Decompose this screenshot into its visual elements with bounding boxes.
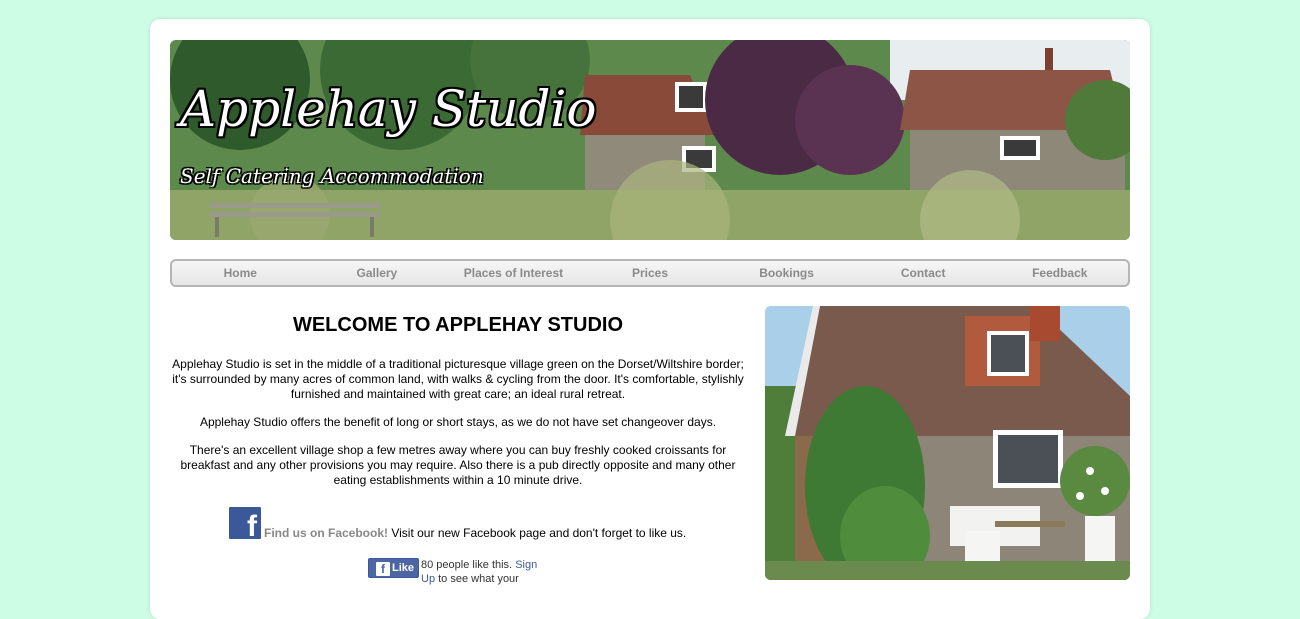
intro-paragraph: Applehay Studio is set in the middle of …	[172, 357, 744, 401]
facebook-description: Visit our new Facebook page and don't fo…	[388, 526, 687, 540]
facebook-text: Find us on Facebook! Visit our new Faceb…	[264, 526, 686, 540]
facebook-link[interactable]: Find us on Facebook!	[264, 526, 388, 540]
like-tail-text: to see what your	[438, 573, 519, 585]
nav-item-home[interactable]: Home	[172, 261, 309, 285]
studio-photo	[765, 306, 1130, 580]
nav-item-places-of-interest[interactable]: Places of Interest	[445, 261, 582, 285]
main-content: WELCOME TO APPLEHAY STUDIO Applehay Stud…	[170, 314, 746, 588]
site-subtitle: Self Catering Accommodation	[180, 164, 484, 188]
like-count: 80 people like this.	[421, 559, 513, 571]
banner-photo	[170, 40, 1130, 240]
page-heading: WELCOME TO APPLEHAY STUDIO	[292, 314, 624, 336]
facebook-f-icon[interactable]: f	[229, 507, 261, 542]
page-container: Applehay Studio Self Catering Accommodat…	[150, 19, 1150, 619]
studio-photo-image	[765, 306, 1130, 580]
site-title: Applehay Studio	[180, 80, 597, 138]
like-button-label: Like	[391, 562, 414, 574]
nav-item-gallery[interactable]: Gallery	[309, 261, 446, 285]
nav-item-feedback[interactable]: Feedback	[991, 261, 1128, 285]
like-count-text: 80 people like this. Sign Up to see what…	[421, 558, 551, 586]
amenities-paragraph: There's an excellent village shop a few …	[180, 443, 736, 487]
facebook-like-widget: f Like 80 people like this. Sign Up to se…	[170, 556, 746, 588]
facebook-small-icon: f	[375, 562, 390, 576]
facebook-row: f Find us on Facebook! Visit our new Fac…	[170, 507, 746, 542]
header-banner: Applehay Studio Self Catering Accommodat…	[170, 40, 1130, 240]
nav-item-contact[interactable]: Contact	[855, 261, 992, 285]
main-nav: Home Gallery Places of Interest Prices B…	[170, 259, 1130, 287]
nav-item-prices[interactable]: Prices	[582, 261, 719, 285]
stays-paragraph: Applehay Studio offers the benefit of lo…	[199, 415, 717, 429]
nav-item-bookings[interactable]: Bookings	[718, 261, 855, 285]
like-button[interactable]: f Like	[368, 558, 419, 578]
